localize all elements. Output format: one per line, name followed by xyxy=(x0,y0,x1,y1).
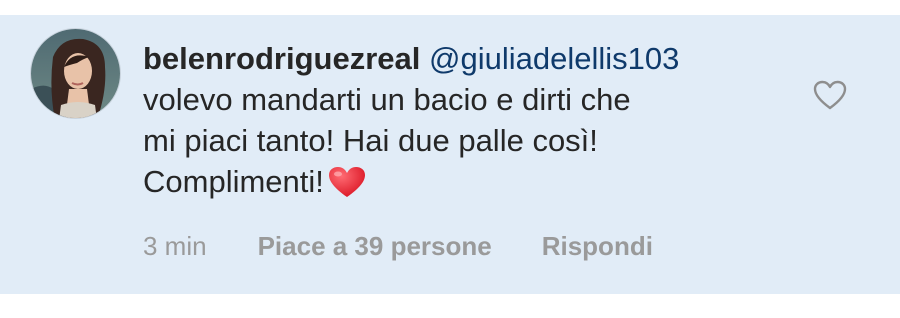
avatar-photo xyxy=(31,29,120,118)
comment-body-line3: Complimenti! xyxy=(143,164,324,199)
comment-meta: 3 min Piace a 39 persone Rispondi xyxy=(143,230,653,262)
comment-body-line2: mi piaci tanto! Hai due palle così! xyxy=(143,123,598,158)
comment-body-line1: volevo mandarti un bacio e dirti che xyxy=(143,82,631,117)
avatar[interactable] xyxy=(30,28,121,119)
comment-text: belenrodriguezreal @giuliadelellis103 vo… xyxy=(143,38,783,202)
comment-likes-link[interactable]: Piace a 39 persone xyxy=(258,230,492,262)
comment-time: 3 min xyxy=(143,231,207,261)
bottom-divider xyxy=(0,294,900,318)
red-heart-emoji-icon xyxy=(328,167,365,197)
comment-username[interactable]: belenrodriguezreal xyxy=(143,41,420,76)
comment-mention[interactable]: @giuliadelellis103 xyxy=(429,41,679,76)
reply-button[interactable]: Rispondi xyxy=(542,230,653,262)
top-divider xyxy=(0,0,900,15)
heart-outline-icon[interactable] xyxy=(813,80,847,110)
